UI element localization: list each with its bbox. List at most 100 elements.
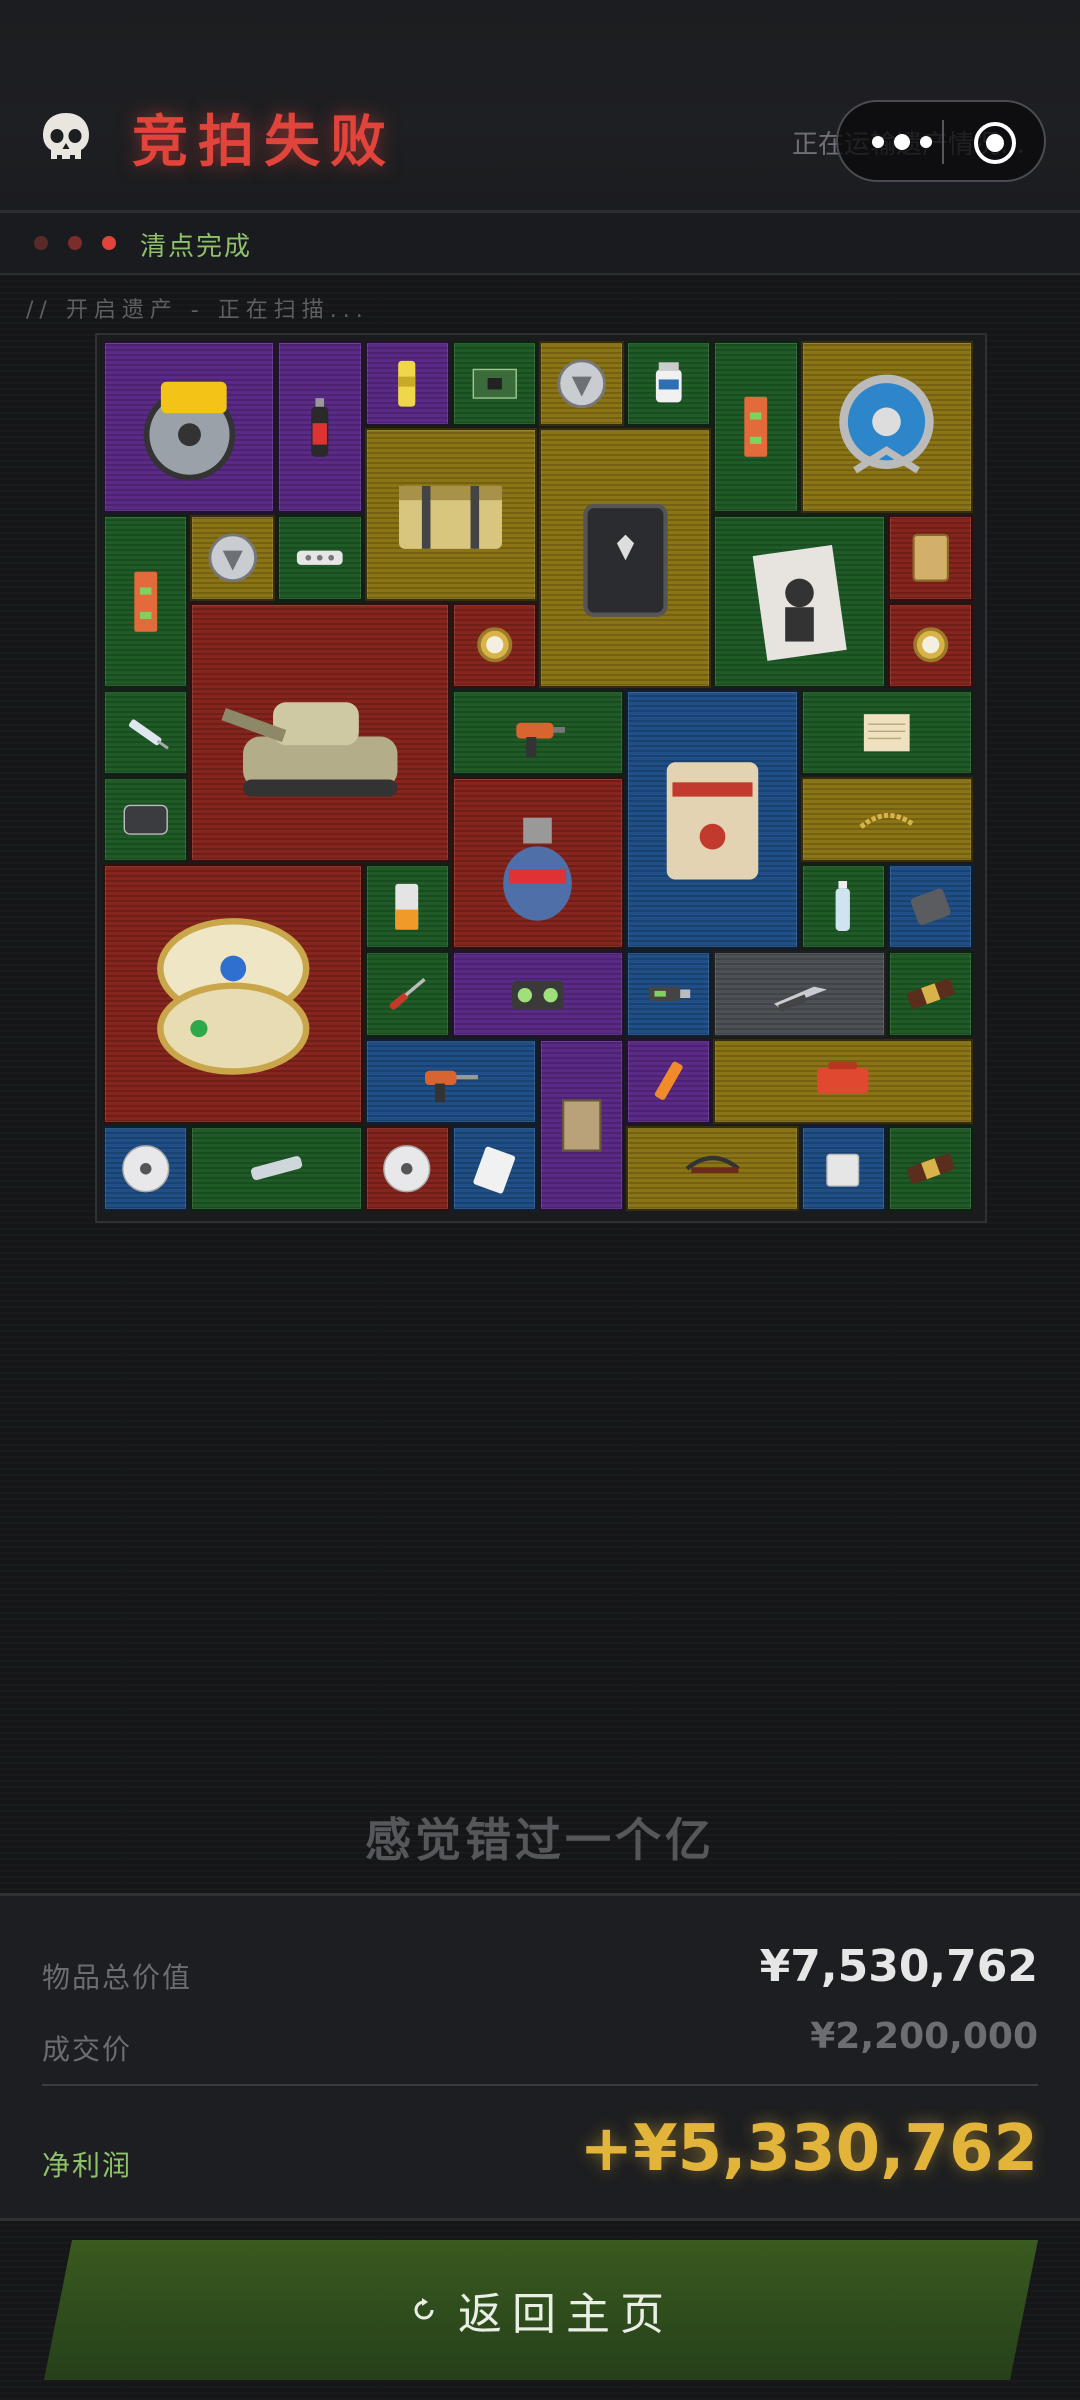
result-header: 竞拍失败 正在运输遗产情况...: [0, 0, 1080, 213]
loot-item-slot[interactable]: [190, 602, 450, 863]
cordless-drill-icon: [425, 1071, 478, 1103]
more-dots-icon[interactable]: [866, 132, 938, 152]
return-home-button[interactable]: 返回主页: [44, 2240, 1038, 2380]
loot-item-slot[interactable]: [800, 864, 886, 950]
total-value: ¥7,530,762: [759, 1941, 1038, 1992]
capsule-divider: [942, 120, 944, 164]
black-case-icon: [583, 504, 668, 618]
loot-item-slot[interactable]: [103, 1125, 189, 1211]
loot-item-slot[interactable]: [539, 1038, 625, 1211]
summary-divider: [42, 2084, 1038, 2086]
power-strip-icon: [297, 550, 343, 566]
crossbow-icon: [685, 1155, 740, 1173]
status-dot: [102, 236, 116, 250]
refresh-icon: [408, 2294, 440, 2326]
spray-can-icon: [311, 398, 329, 458]
result-tagline: 感觉错过一个亿: [365, 1813, 715, 1867]
loot-item-slot[interactable]: [626, 951, 712, 1037]
loot-item-slot[interactable]: [887, 515, 973, 601]
cable-reel-icon: [839, 374, 934, 474]
syringe-icon: [128, 719, 169, 750]
cd-disc-icon: [121, 1144, 170, 1192]
loot-item-slot[interactable]: [364, 864, 450, 950]
loot-grid: [95, 333, 987, 1223]
loot-item-slot[interactable]: [713, 951, 886, 1037]
jeweled-egg-icon: [156, 917, 309, 1075]
status-text: 清点完成: [140, 232, 253, 262]
lighter-icon: [654, 1062, 683, 1101]
wall-level-icon: [134, 571, 158, 632]
loot-item-slot[interactable]: [713, 1038, 973, 1124]
loot-item-slot[interactable]: [103, 777, 189, 863]
boombox-icon: [512, 981, 564, 1010]
loot-item-slot[interactable]: [451, 777, 625, 950]
loot-item-slot[interactable]: [103, 689, 189, 775]
loot-item-slot[interactable]: [451, 341, 537, 427]
deal-price-label: 成交价: [42, 2033, 133, 2066]
loot-item-slot[interactable]: [190, 1125, 363, 1211]
loot-item-slot[interactable]: [277, 515, 363, 601]
value-summary: 物品总价值 ¥7,530,762 成交价 ¥2,200,000 净利润 +¥5,…: [0, 1893, 1080, 2221]
deal-price-value: ¥2,200,000: [810, 2016, 1038, 2057]
loot-item-slot[interactable]: [626, 341, 712, 427]
loot-item-slot[interactable]: [887, 864, 973, 950]
tool-case-icon: [817, 1062, 869, 1095]
loot-item-slot[interactable]: [364, 1125, 450, 1211]
energy-drink-icon: [398, 360, 416, 407]
skull-icon: [36, 108, 96, 168]
loot-item-slot[interactable]: [451, 602, 537, 688]
glass-tube-icon: [250, 1155, 302, 1180]
target-icon[interactable]: [972, 120, 1018, 166]
battle-tank-icon: [221, 702, 398, 797]
magazine-icon: [752, 545, 847, 661]
utility-knife-icon: [773, 986, 827, 1012]
gold-watch-icon: [912, 627, 948, 663]
power-bank-icon: [910, 888, 951, 925]
status-dot: [68, 236, 82, 250]
loot-item-slot[interactable]: [539, 428, 712, 688]
loot-item-slot[interactable]: [626, 1125, 799, 1211]
loot-item-slot[interactable]: [364, 428, 537, 601]
loot-item-slot[interactable]: [364, 341, 450, 427]
loot-item-slot[interactable]: [103, 341, 276, 514]
loot-item-slot[interactable]: [887, 951, 973, 1037]
loot-item-slot[interactable]: [103, 515, 189, 688]
loot-item-slot[interactable]: [190, 515, 276, 601]
hard-drive-icon: [123, 804, 168, 835]
loot-item-slot[interactable]: [800, 1125, 886, 1211]
military-crate-icon: [399, 485, 503, 549]
loot-item-slot[interactable]: [451, 689, 625, 775]
loot-item-slot[interactable]: [539, 341, 625, 427]
water-bottle-icon: [836, 881, 851, 932]
loot-item-slot[interactable]: [800, 689, 973, 775]
loot-item-slot[interactable]: [364, 1038, 537, 1124]
net-profit-value: +¥5,330,762: [579, 2112, 1039, 2186]
scan-status-text: // 开启遗产 - 正在扫描...: [26, 298, 369, 323]
loot-item-slot[interactable]: [626, 689, 799, 950]
loot-item-slot[interactable]: [887, 602, 973, 688]
loot-item-slot[interactable]: [451, 951, 625, 1037]
loot-item-slot[interactable]: [626, 1038, 712, 1124]
net-profit-label: 净利润: [42, 2149, 133, 2182]
loot-item-slot[interactable]: [103, 864, 363, 1124]
loot-item-slot[interactable]: [800, 341, 973, 514]
usb-stick-icon: [648, 986, 691, 1002]
return-home-label: 返回主页: [458, 2289, 674, 2340]
loot-item-slot[interactable]: [451, 1125, 537, 1211]
loot-item-slot[interactable]: [713, 515, 886, 688]
total-value-label: 物品总价值: [42, 1961, 193, 1994]
cd-disc-icon: [383, 1144, 431, 1192]
loot-item-slot[interactable]: [713, 341, 799, 514]
page-title: 竞拍失败: [132, 110, 396, 175]
battery-icon: [395, 883, 419, 930]
loot-item-slot[interactable]: [364, 951, 450, 1037]
loot-item-slot[interactable]: [800, 777, 973, 863]
memory-card-icon: [473, 1146, 515, 1194]
wall-level-icon: [744, 397, 768, 458]
mini-program-capsule[interactable]: [836, 100, 1046, 182]
loot-item-slot[interactable]: [887, 1125, 973, 1211]
cement-bag-icon: [666, 762, 759, 880]
loot-item-slot[interactable]: [277, 341, 363, 514]
status-dot: [34, 236, 48, 250]
sugar-cubes-icon: [826, 1153, 860, 1187]
